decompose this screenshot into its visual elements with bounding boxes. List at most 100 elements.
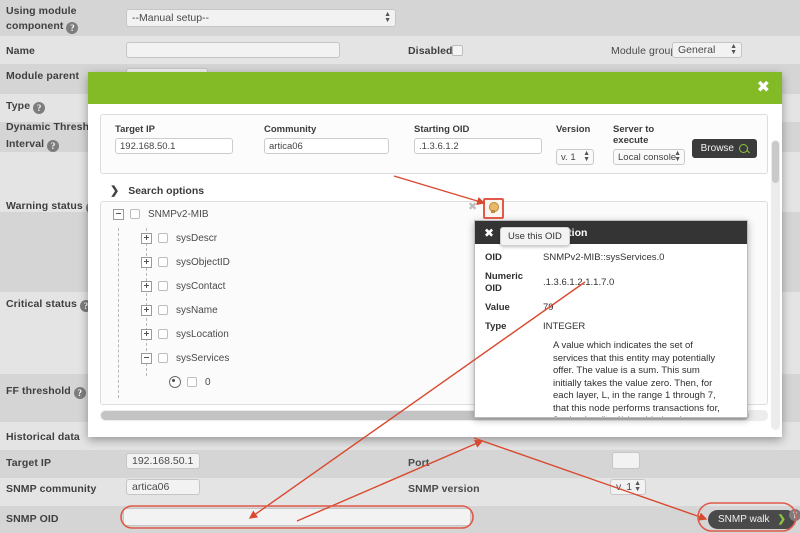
oid-row: Numeric OID .1.3.6.1.2.1.1.7.0 xyxy=(485,271,737,295)
modal-community-input[interactable] xyxy=(264,138,389,154)
close-icon[interactable]: ✖ xyxy=(484,226,494,240)
using-module-component-select[interactable]: --Manual setup-- ▲ ▼ xyxy=(126,9,396,27)
tree-node-label: sysObjectID xyxy=(176,256,230,268)
help-icon[interactable]: ? xyxy=(66,22,79,34)
tree-checkbox[interactable] xyxy=(158,281,168,291)
modal-starting-oid-input[interactable] xyxy=(414,138,542,154)
tree-checkbox[interactable] xyxy=(158,233,168,243)
tree-checkbox[interactable] xyxy=(187,377,197,387)
field-server-to-execute: Server to execute Local console ▲ ▼ xyxy=(613,124,685,165)
tree-checkbox[interactable] xyxy=(158,257,168,267)
select-value: Local console xyxy=(618,151,677,163)
help-icon[interactable]: ? xyxy=(33,102,46,114)
label-type: Type? xyxy=(6,100,46,114)
screen-root: Using module component? Name Module pare… xyxy=(0,0,800,533)
field-community: Community xyxy=(264,124,389,154)
name-input[interactable] xyxy=(126,42,340,58)
close-icon[interactable]: ✖ xyxy=(757,79,770,95)
port-input[interactable] xyxy=(612,452,640,469)
collapse-icon[interactable] xyxy=(113,208,124,220)
form-band xyxy=(0,0,800,36)
chevron-updown-icon: ▲ ▼ xyxy=(384,11,391,24)
chevron-updown-icon: ▲ ▼ xyxy=(730,43,737,56)
label-disabled: Disabled xyxy=(408,45,453,57)
label-text: Warning status xyxy=(6,200,83,212)
field-target-ip: Target IP xyxy=(115,124,233,154)
tree-checkbox[interactable] xyxy=(158,305,168,315)
label-text: Critical status xyxy=(6,298,77,310)
label-snmp-oid: SNMP OID xyxy=(6,513,59,525)
tree-node-label: sysServices xyxy=(176,352,230,364)
oid-key: OID xyxy=(485,252,502,263)
label-warning-status: Warning status? xyxy=(6,200,98,214)
label-historical-data: Historical data xyxy=(6,431,80,443)
expand-icon[interactable] xyxy=(141,256,152,268)
oid-value: .1.3.6.1.2.1.1.7.0 xyxy=(543,277,615,288)
use-this-oid-tooltip: Use this OID xyxy=(500,227,570,246)
disabled-checkbox[interactable] xyxy=(452,45,463,56)
select-value: --Manual setup-- xyxy=(132,12,210,24)
label-text: Interval xyxy=(6,138,45,150)
chevron-updown-icon: ▲ ▼ xyxy=(634,480,641,493)
help-icon[interactable]: ? xyxy=(73,387,86,399)
tree-checkbox[interactable] xyxy=(130,209,140,219)
label-using-module-component: Using module xyxy=(6,5,77,17)
oid-value: 79 xyxy=(543,302,554,313)
snmp-oid-input[interactable] xyxy=(123,508,471,526)
close-icon[interactable]: ✖ xyxy=(468,200,477,213)
browse-label: Browse xyxy=(700,143,734,154)
oid-value: INTEGER xyxy=(543,321,586,332)
starting-oid-label: Starting OID xyxy=(414,124,470,135)
vertical-scrollbar[interactable] xyxy=(771,140,780,430)
modal-header: ✖ xyxy=(88,72,782,104)
snmp-walk-button[interactable]: SNMP walk ❯ xyxy=(708,510,796,529)
label-port: Port xyxy=(408,457,430,469)
expand-icon[interactable] xyxy=(141,232,152,244)
snmp-version-select[interactable]: v. 1 ▲ ▼ xyxy=(610,479,646,495)
scrollbar-thumb[interactable] xyxy=(772,141,779,183)
module-group-select[interactable]: General ▲ ▼ xyxy=(672,42,742,58)
field-version: Version v. 1 ▲ ▼ xyxy=(556,124,594,165)
label-dynamic-threshold: Dynamic Threshol xyxy=(6,121,99,133)
tree-node-label: 0 xyxy=(205,376,211,388)
leaf-node-icon[interactable] xyxy=(169,376,181,388)
bulb-stem-icon xyxy=(491,210,495,213)
browse-button[interactable]: Browse xyxy=(691,139,757,158)
label-target-ip: Target IP xyxy=(6,457,52,469)
expand-icon[interactable] xyxy=(141,280,152,292)
field-starting-oid: Starting OID xyxy=(414,124,542,154)
target-ip-label: Target IP xyxy=(115,124,155,135)
version-label: Version xyxy=(556,124,591,135)
collapse-icon[interactable] xyxy=(141,352,152,364)
oid-information-popup: ✖ OID Information OID SNMPv2-MIB::sysSer… xyxy=(474,220,748,418)
modal-server-select[interactable]: Local console ▲ ▼ xyxy=(613,149,685,165)
snmp-search-panel: Target IP Community Starting OID Version… xyxy=(100,114,768,174)
snmp-community-input[interactable] xyxy=(126,479,200,495)
oid-key-line2: OID xyxy=(485,283,502,294)
oid-description: A value which indicates the set of servi… xyxy=(553,340,720,417)
label-text: Using module xyxy=(6,5,77,17)
select-value: v. 1 xyxy=(616,481,633,493)
expand-icon[interactable] xyxy=(141,304,152,316)
snmp-walk-label: SNMP walk xyxy=(718,514,770,525)
tree-checkbox[interactable] xyxy=(158,329,168,339)
oid-row: Value 79 xyxy=(485,302,737,314)
modal-target-ip-input[interactable] xyxy=(115,138,233,154)
use-this-oid-icon[interactable] xyxy=(483,198,504,219)
help-icon[interactable]: ? xyxy=(47,140,60,152)
search-options-toggle[interactable]: ❯ Search options xyxy=(110,184,205,198)
oid-key: Numeric OID xyxy=(485,271,543,295)
target-ip-input[interactable] xyxy=(126,453,200,469)
search-options-label: Search options xyxy=(128,184,205,197)
oid-value: SNMPv2-MIB::sysServices.0 xyxy=(543,252,665,263)
oid-row: OID SNMPv2-MIB::sysServices.0 xyxy=(485,252,737,264)
label-text: component xyxy=(6,20,64,32)
expand-icon[interactable] xyxy=(141,328,152,340)
search-icon xyxy=(739,144,748,153)
chevron-right-icon: ❯ xyxy=(777,514,786,525)
help-icon[interactable]: ? xyxy=(789,509,800,521)
modal-version-select[interactable]: v. 1 ▲ ▼ xyxy=(556,149,594,165)
tree-checkbox[interactable] xyxy=(158,353,168,363)
oid-key-line1: Numeric xyxy=(485,271,524,282)
label-interval: Interval? xyxy=(6,138,60,152)
